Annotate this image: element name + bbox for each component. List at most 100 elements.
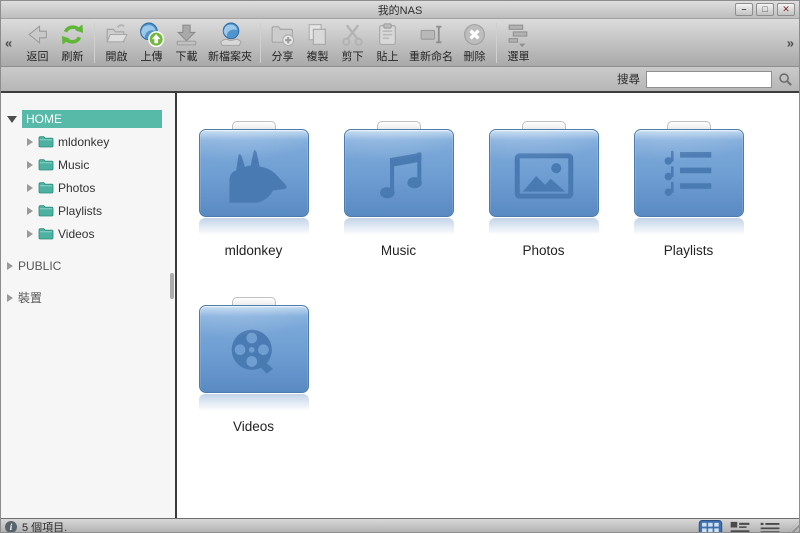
toolbar-button-label: 複製	[307, 48, 329, 64]
folder-item-mldonkey[interactable]: mldonkey	[181, 121, 326, 297]
minimize-button[interactable]: –	[735, 3, 753, 16]
sidebar-item-playlists[interactable]: Playlists	[1, 199, 175, 222]
collapse-arrow-icon[interactable]	[7, 116, 17, 123]
expand-arrow-icon[interactable]	[27, 230, 33, 238]
photo-folder-icon	[489, 121, 599, 217]
toolbar-button-paste[interactable]: 貼上	[371, 20, 404, 65]
sidebar-scrollbar-thumb[interactable]	[170, 273, 174, 299]
sidebar-item-label: Playlists	[58, 204, 102, 218]
expand-arrow-icon[interactable]	[7, 294, 13, 302]
sidebar-item-music[interactable]: Music	[1, 153, 175, 176]
close-button[interactable]: ✕	[777, 3, 795, 16]
toolbar-button-label: 上傳	[141, 48, 163, 64]
sidebar-item-label: 裝置	[18, 289, 42, 306]
refresh-icon	[59, 21, 86, 48]
toolbar-button-new-folder[interactable]: 新檔案夾	[205, 20, 255, 65]
content-area: HOME mldonkey Music Photos Playlists Videos PU…	[1, 93, 799, 518]
window-controls: – □ ✕	[735, 3, 795, 16]
search-label: 搜尋	[617, 71, 640, 87]
sidebar-item-photos[interactable]: Photos	[1, 176, 175, 199]
folder-item-music[interactable]: Music	[326, 121, 471, 297]
view-details-button[interactable]	[758, 520, 783, 533]
toolbar-button-download[interactable]: 下載	[170, 20, 203, 65]
toolbar-button-menu[interactable]: 選單	[502, 20, 535, 65]
rename-icon	[418, 21, 445, 48]
toolbar-separator	[496, 23, 497, 63]
view-grid-button[interactable]	[698, 520, 723, 533]
expand-arrow-icon[interactable]	[27, 161, 33, 169]
item-count-text: 5 個項目.	[22, 519, 67, 533]
expand-arrow-icon[interactable]	[7, 262, 13, 270]
toolbar-button-back[interactable]: 返回	[21, 20, 54, 65]
tree-folder-icon	[38, 158, 54, 171]
toolbar-group-4: 選單	[502, 20, 535, 65]
maximize-button[interactable]: □	[756, 3, 774, 16]
info-icon: i	[5, 521, 17, 533]
toolbar-button-share[interactable]: 分享	[266, 20, 299, 65]
status-bar: i 5 個項目.	[1, 518, 799, 533]
toolbar-button-copy[interactable]: 複製	[301, 20, 334, 65]
toolbar-button-label: 下載	[176, 48, 198, 64]
toolbar-button-label: 刷新	[62, 48, 84, 64]
search-icon[interactable]	[778, 72, 793, 87]
resize-grip[interactable]	[786, 521, 799, 533]
toolbar-button-delete[interactable]: 刪除	[458, 20, 491, 65]
toolbar-button-upload[interactable]: 上傳	[135, 20, 168, 65]
menu-icon	[505, 21, 532, 48]
delete-icon	[461, 21, 488, 48]
toolbar-button-refresh[interactable]: 刷新	[56, 20, 89, 65]
folder-item-playlists[interactable]: Playlists	[616, 121, 761, 297]
toolbar-collapse-left-icon[interactable]: «	[5, 35, 12, 50]
toolbar-button-rename[interactable]: 重新命名	[406, 20, 456, 65]
search-bar: 搜尋	[1, 67, 799, 93]
minimize-icon: –	[741, 5, 746, 14]
sidebar-item-videos[interactable]: Videos	[1, 222, 175, 245]
folder-item-videos[interactable]: Videos	[181, 297, 326, 473]
folder-item-label: mldonkey	[225, 243, 283, 258]
donkey-folder-icon	[199, 121, 309, 217]
toolbar-button-open[interactable]: 開啟	[100, 20, 133, 65]
folder-item-label: Playlists	[664, 243, 714, 258]
sidebar-item-label: Music	[58, 158, 89, 172]
sidebar-item-label: PUBLIC	[18, 259, 61, 273]
view-list-button[interactable]	[728, 520, 753, 533]
toolbar-separator	[94, 23, 95, 63]
toolbar-group-1: 返回刷新	[21, 20, 89, 65]
toolbar-button-label: 重新命名	[409, 48, 453, 64]
toolbar-button-cut[interactable]: 剪下	[336, 20, 369, 65]
toolbar-overflow-right-icon[interactable]: »	[787, 35, 794, 50]
sidebar-item-label: HOME	[22, 110, 162, 128]
toolbar-group-2: 開啟上傳下載新檔案夾	[100, 20, 255, 65]
maximize-icon: □	[762, 5, 767, 14]
film-folder-icon	[199, 297, 309, 393]
sidebar-item-devices[interactable]: 裝置	[1, 286, 175, 309]
music-folder-icon	[344, 121, 454, 217]
tree-folder-icon	[38, 181, 54, 194]
search-input[interactable]	[646, 71, 772, 88]
toolbar-button-label: 選單	[508, 48, 530, 64]
copy-icon	[304, 21, 331, 48]
back-icon	[24, 21, 51, 48]
toolbar-button-groups: 返回刷新開啟上傳下載新檔案夾分享複製剪下貼上重新命名刪除 選單	[21, 19, 799, 66]
sidebar-item-public[interactable]: PUBLIC	[1, 254, 175, 277]
view-mode-switcher	[698, 519, 783, 533]
sidebar-item-mldonkey[interactable]: mldonkey	[1, 130, 175, 153]
expand-arrow-icon[interactable]	[27, 138, 33, 146]
playlist-folder-icon	[634, 121, 744, 217]
folder-item-label: Photos	[522, 243, 564, 258]
expand-arrow-icon[interactable]	[27, 184, 33, 192]
tree-folder-icon	[38, 135, 54, 148]
expand-arrow-icon[interactable]	[27, 207, 33, 215]
toolbar-button-label: 刪除	[464, 48, 486, 64]
open-icon	[103, 21, 130, 48]
toolbar-button-label: 新檔案夾	[208, 48, 252, 64]
upload-icon	[138, 21, 165, 48]
file-manager-window: 我的NAS – □ ✕ « 返回刷新開啟上傳下載新檔案夾分享複製剪下貼上重新命名…	[0, 0, 800, 533]
window-title: 我的NAS	[378, 2, 423, 18]
sidebar-item-home[interactable]: HOME	[1, 107, 175, 130]
sidebar-item-label: Photos	[58, 181, 95, 195]
toolbar-button-label: 剪下	[342, 48, 364, 64]
folder-item-photos[interactable]: Photos	[471, 121, 616, 297]
toolbar: « 返回刷新開啟上傳下載新檔案夾分享複製剪下貼上重新命名刪除 選單 »	[1, 19, 799, 67]
sidebar-item-label: Videos	[58, 227, 94, 241]
